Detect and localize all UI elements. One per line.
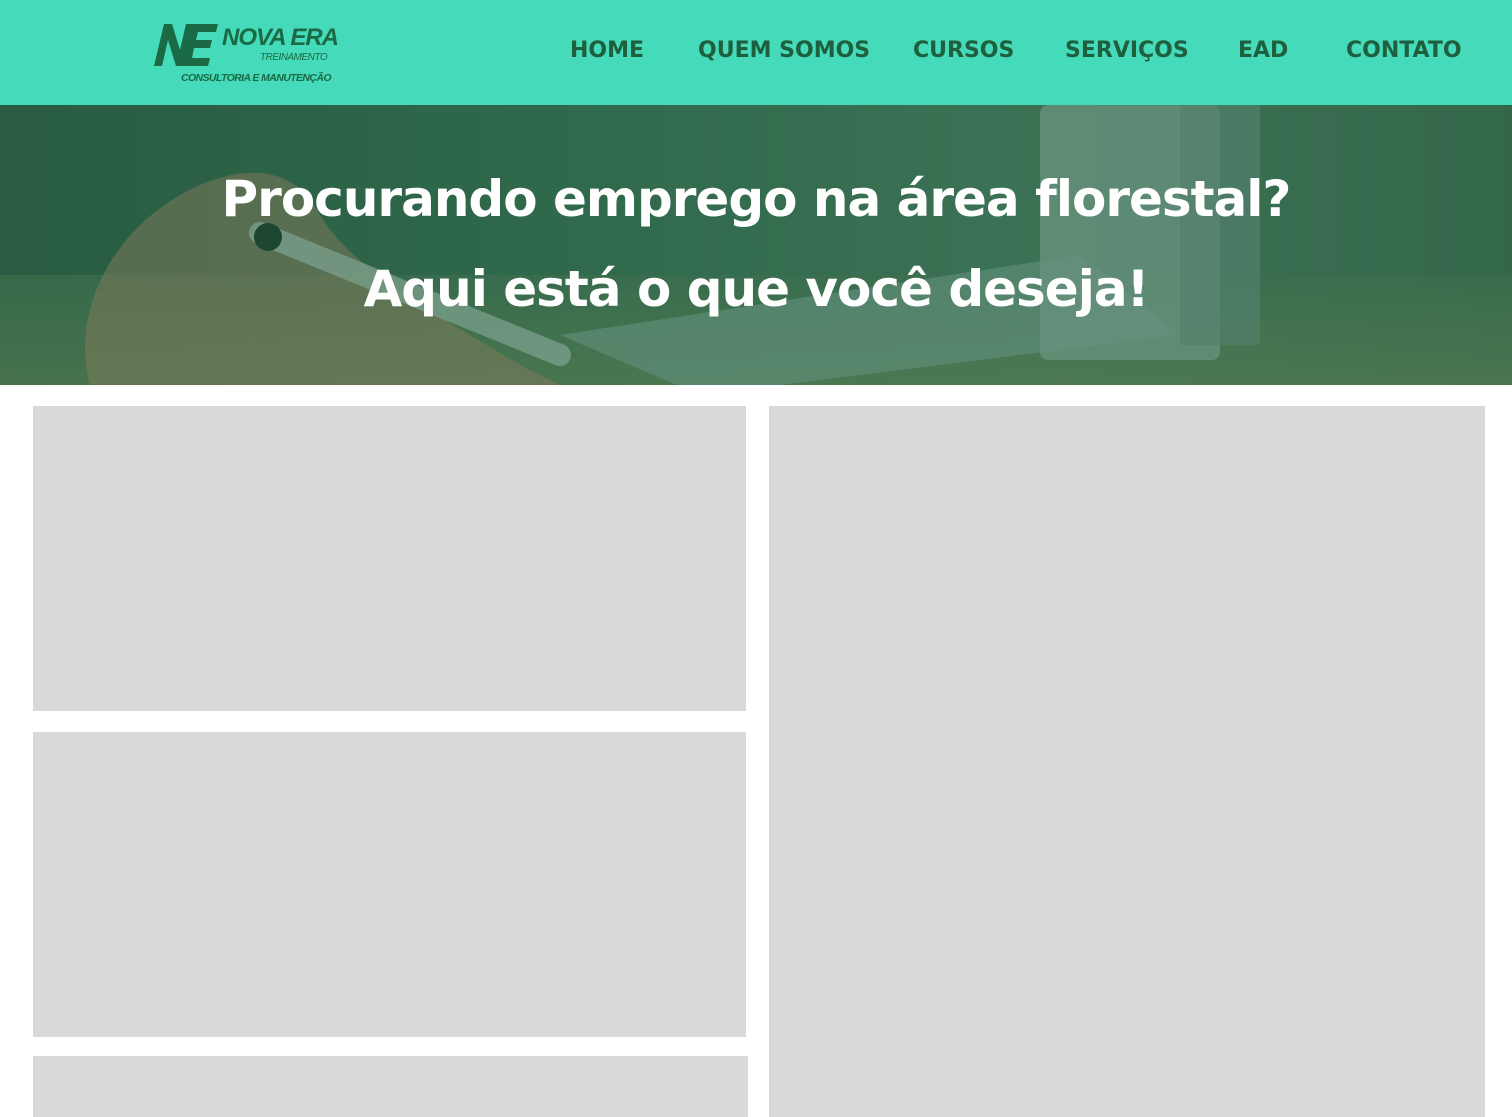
hero-background-image: [0, 105, 1512, 385]
logo-tagline: CONSULTORIA E MANUTENÇÃO: [181, 72, 332, 84]
content-card-placeholder-large[interactable]: [769, 406, 1485, 1117]
content-card-placeholder[interactable]: [33, 732, 746, 1037]
nav-item-contato[interactable]: CONTATO: [1346, 34, 1462, 68]
main-nav: HOME QUEM SOMOS CURSOS SERVIÇOS EAD CONT…: [0, 34, 1512, 68]
hero-heading-line-1: Procurando emprego na área florestal?: [221, 170, 1292, 228]
hero-heading-line-2: Aqui está o que você deseja!: [363, 260, 1150, 318]
site-header: NOVA ERA TREINAMENTO CONSULTORIA E MANUT…: [0, 0, 1512, 105]
content-card-placeholder[interactable]: [33, 1056, 748, 1117]
nav-item-servicos[interactable]: SERVIÇOS: [1065, 34, 1189, 68]
nav-item-quem-somos[interactable]: QUEM SOMOS: [698, 34, 870, 68]
nav-item-home[interactable]: HOME: [570, 34, 644, 68]
content-card-placeholder[interactable]: [33, 406, 746, 711]
nav-item-cursos[interactable]: CURSOS: [913, 34, 1014, 68]
hero-banner: Procurando emprego na área florestal? Aq…: [0, 105, 1512, 385]
nav-item-ead[interactable]: EAD: [1238, 34, 1288, 68]
